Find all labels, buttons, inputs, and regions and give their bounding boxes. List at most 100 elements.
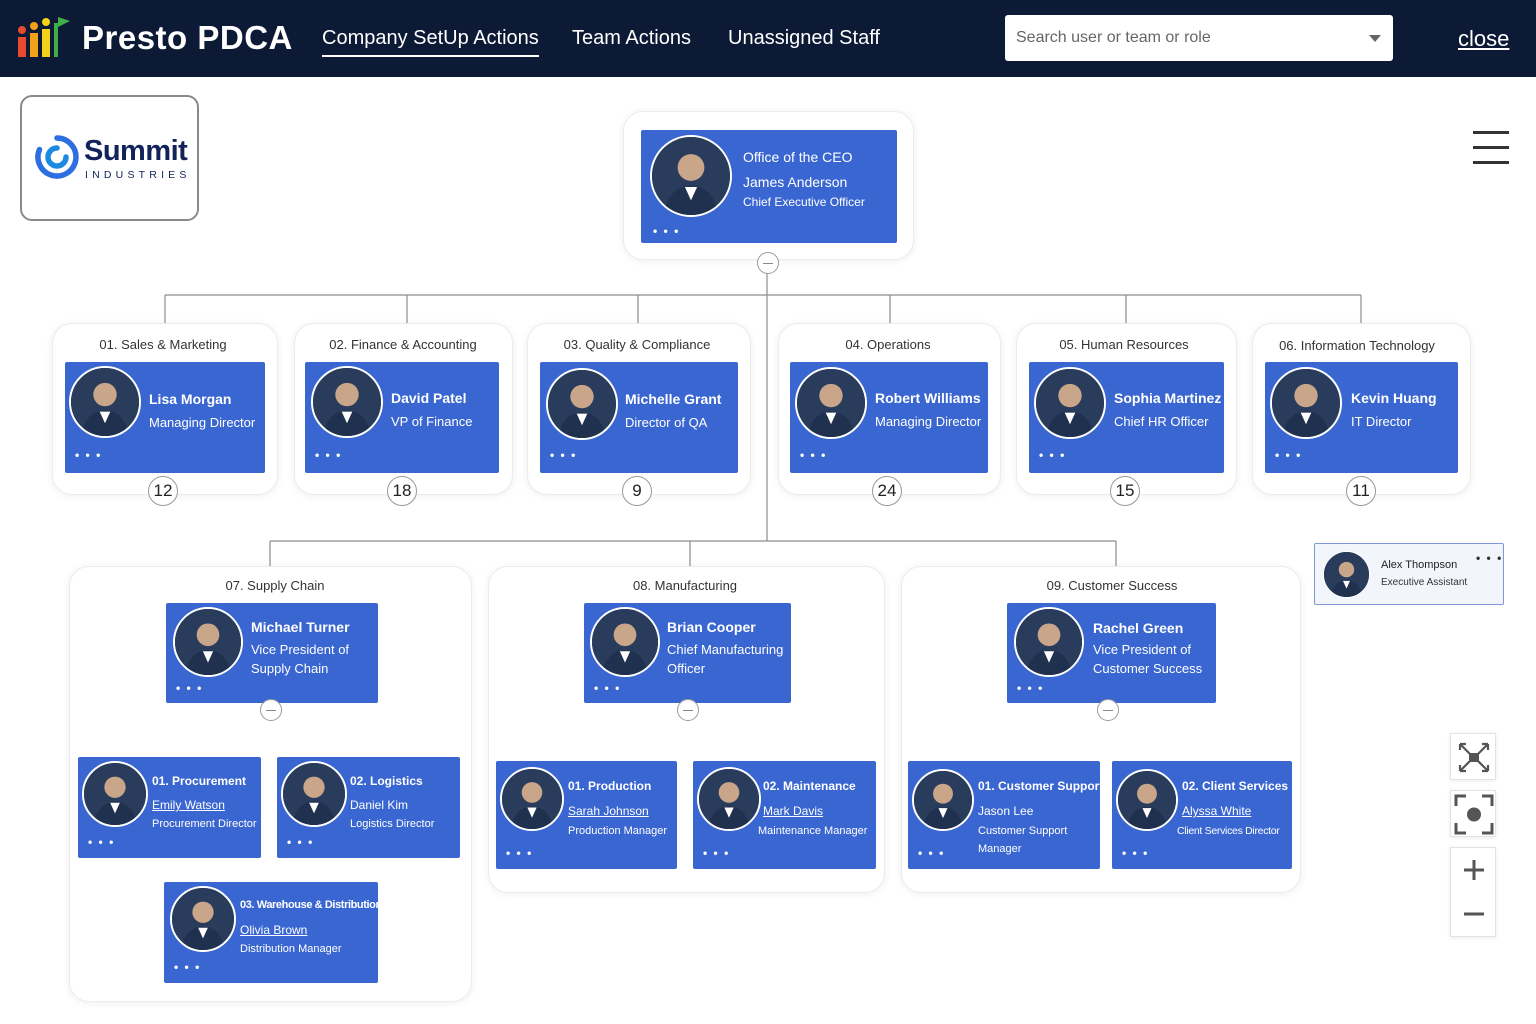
card-menu-icon[interactable]: • • • <box>550 449 577 461</box>
search-input[interactable] <box>1005 15 1355 61</box>
focus-button[interactable] <box>1450 790 1496 837</box>
member-count-badge[interactable]: 24 <box>872 476 902 506</box>
card-menu-icon[interactable]: • • • <box>287 836 314 848</box>
zoom-out-icon[interactable] <box>1451 892 1497 936</box>
card-menu-icon[interactable]: • • • <box>594 682 621 694</box>
lead-card-manufacturing[interactable]: Brian Cooper Chief Manufacturing Officer… <box>584 603 791 703</box>
person-role: IT Director <box>1351 414 1412 429</box>
person-role: Procurement Director <box>152 818 257 830</box>
card-menu-icon[interactable]: • • • <box>918 847 945 859</box>
member-count-badge[interactable]: 12 <box>148 476 178 506</box>
presto-logo-icon[interactable] <box>18 15 70 59</box>
focus-icon <box>1454 794 1494 835</box>
person-role: VP of Finance <box>391 414 473 429</box>
team-name: 02. Maintenance <box>763 779 856 793</box>
team-card-maintenance[interactable]: 02. Maintenance Mark Davis Maintenance M… <box>693 761 876 869</box>
zoom-in-icon[interactable] <box>1451 848 1497 892</box>
dept-card-quality-compliance[interactable]: Michelle Grant Director of QA • • • <box>540 362 738 473</box>
person-name-link[interactable]: Alyssa White <box>1182 804 1251 818</box>
collapse-icon[interactable] <box>677 699 699 721</box>
member-count-badge[interactable]: 11 <box>1346 476 1376 506</box>
card-menu-icon[interactable]: • • • <box>75 449 102 461</box>
group-title: 08. Manufacturing <box>632 578 738 593</box>
zoom-controls <box>1450 847 1496 937</box>
dept-title: 03. Quality & Compliance <box>563 337 711 352</box>
team-card-warehouse-distribution[interactable]: 03. Warehouse & Distribution Olivia Brow… <box>164 882 378 983</box>
ceo-department: Office of the CEO <box>743 149 853 165</box>
avatar <box>1014 607 1084 677</box>
person-name: Jason Lee <box>978 804 1034 818</box>
close-link[interactable]: close <box>1458 26 1509 52</box>
dept-title: 01. Sales & Marketing <box>99 337 227 352</box>
person-name: Kevin Huang <box>1351 390 1437 406</box>
card-menu-icon[interactable]: • • • <box>1039 449 1066 461</box>
card-menu-icon[interactable]: • • • <box>653 225 680 237</box>
fit-to-screen-button[interactable] <box>1450 733 1496 780</box>
card-menu-icon[interactable]: • • • <box>174 961 201 973</box>
team-card-client-services[interactable]: 02. Client Services Alyssa White Client … <box>1112 761 1292 869</box>
dept-card-finance-accounting[interactable]: David Patel VP of Finance • • • <box>305 362 499 473</box>
team-card-production[interactable]: 01. Production Sarah Johnson Production … <box>496 761 677 869</box>
nav-company-setup-actions[interactable]: Company SetUp Actions <box>322 27 539 57</box>
person-role-line2: Manager <box>978 843 1022 855</box>
avatar <box>650 135 732 217</box>
dept-card-human-resources[interactable]: Sophia Martinez Chief HR Officer • • • <box>1029 362 1224 473</box>
avatar <box>69 366 141 438</box>
dept-card-sales-marketing[interactable]: Lisa Morgan Managing Director • • • <box>65 362 265 473</box>
card-menu-icon[interactable]: • • • <box>88 836 115 848</box>
person-role-line2: Supply Chain <box>251 661 329 676</box>
ceo-role: Chief Executive Officer <box>743 195 865 209</box>
avatar <box>500 767 564 831</box>
dept-card-information-technology[interactable]: Kevin Huang IT Director • • • <box>1265 362 1458 473</box>
team-card-customer-support[interactable]: 01. Customer Support Jason Lee Customer … <box>908 761 1100 869</box>
card-menu-icon[interactable]: • • • <box>1122 847 1149 859</box>
avatar <box>1116 769 1178 831</box>
card-menu-icon[interactable]: • • • <box>1275 449 1302 461</box>
avatar <box>795 367 867 439</box>
member-count-badge[interactable]: 9 <box>622 476 652 506</box>
person-name: Daniel Kim <box>350 798 409 812</box>
person-role-line2: Customer Success <box>1093 661 1203 676</box>
person-name-link[interactable]: Emily Watson <box>152 798 225 812</box>
collapse-icon[interactable] <box>1097 699 1119 721</box>
lead-card-customer-success[interactable]: Rachel Green Vice President of Customer … <box>1007 603 1216 703</box>
person-name-link[interactable]: Mark Davis <box>763 804 823 818</box>
top-navigation-bar: Presto PDCA Company SetUp Actions Team A… <box>0 0 1536 77</box>
dept-card-operations[interactable]: Robert Williams Managing Director • • • <box>790 362 988 473</box>
member-count-badge[interactable]: 15 <box>1110 476 1140 506</box>
team-name: 01. Procurement <box>152 774 247 788</box>
hamburger-menu-icon[interactable] <box>1473 131 1509 167</box>
card-menu-icon[interactable]: • • • <box>315 449 342 461</box>
chevron-down-icon[interactable] <box>1369 35 1381 42</box>
person-role-line1: Vice President of <box>251 642 350 657</box>
person-role: Maintenance Manager <box>758 825 868 837</box>
card-menu-icon[interactable]: • • • <box>703 847 730 859</box>
person-name-link[interactable]: Olivia Brown <box>240 923 307 937</box>
person-role-line2: Officer <box>667 661 706 676</box>
card-menu-icon[interactable]: • • • <box>800 449 827 461</box>
card-menu-icon[interactable]: • • • <box>1017 682 1044 694</box>
collapse-icon[interactable] <box>260 699 282 721</box>
person-name-link[interactable]: Sarah Johnson <box>568 804 649 818</box>
dept-title: 04. Operations <box>845 337 931 352</box>
member-count-badge[interactable]: 18 <box>387 476 417 506</box>
ceo-card[interactable]: Office of the CEO James Anderson Chief E… <box>641 130 897 243</box>
team-card-logistics[interactable]: 02. Logistics Daniel Kim Logistics Direc… <box>277 757 460 858</box>
nav-unassigned-staff[interactable]: Unassigned Staff <box>728 27 880 50</box>
lead-card-supply-chain[interactable]: Michael Turner Vice President of Supply … <box>166 603 378 703</box>
company-name: Summit <box>84 135 188 167</box>
person-role: Production Manager <box>568 825 668 837</box>
nav-team-actions[interactable]: Team Actions <box>572 27 691 50</box>
fit-to-screen-icon <box>1458 742 1490 773</box>
avatar <box>1270 367 1342 439</box>
collapse-icon[interactable] <box>757 252 779 274</box>
avatar <box>173 607 243 677</box>
person-role: Director of QA <box>625 415 708 430</box>
card-menu-icon[interactable]: • • • <box>1476 552 1503 564</box>
team-name: 03. Warehouse & Distribution <box>240 899 378 911</box>
card-menu-icon[interactable]: • • • <box>176 682 203 694</box>
team-name: 02. Client Services <box>1182 779 1289 793</box>
card-menu-icon[interactable]: • • • <box>506 847 533 859</box>
team-card-procurement[interactable]: 01. Procurement Emily Watson Procurement… <box>78 757 261 858</box>
company-subtitle: INDUSTRIES <box>85 169 191 181</box>
